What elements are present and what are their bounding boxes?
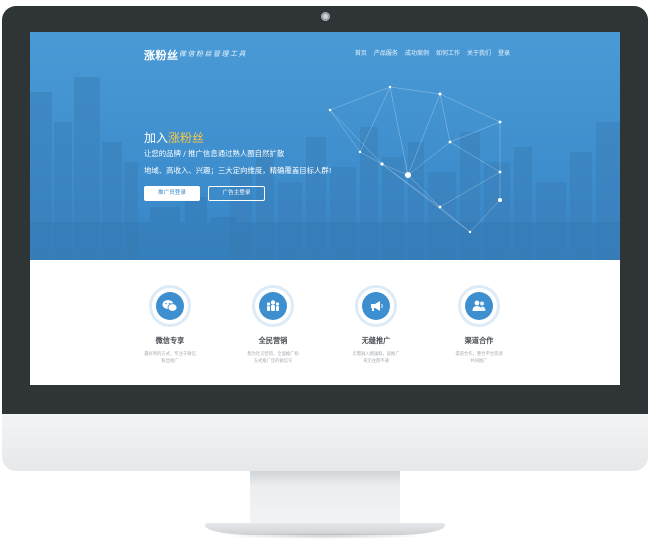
monitor-mockup: 涨粉丝 微信粉丝管理工具 首页 产品服务 成功案例 如何工作 关于我们 登录 加… bbox=[0, 0, 650, 540]
hero-subtitle-2: 地域、高收入、兴趣；三大定向维度，精确覆盖目标人群! bbox=[144, 166, 332, 175]
feature-desc: 我为社交营销，全面推广粉 方式推广您的微信号 bbox=[233, 351, 313, 365]
feature-icon-ring bbox=[149, 285, 191, 327]
feature-desc-line: 粉丝推广 bbox=[161, 359, 179, 364]
hero-subtitle-1: 让您的品牌 / 推广信息通过熟人圈自然扩散 bbox=[144, 149, 285, 158]
feature-desc-line: 共同推广 bbox=[470, 359, 488, 364]
nav-item-products[interactable]: 产品服务 bbox=[374, 48, 398, 57]
advertiser-login-button[interactable]: 广告主登录 bbox=[208, 186, 265, 201]
hero-banner: 涨粉丝 微信粉丝管理工具 首页 产品服务 成功案例 如何工作 关于我们 登录 加… bbox=[30, 32, 620, 260]
feature-all-marketing: 全民营销 我为社交营销，全面推广粉 方式推广您的微信号 bbox=[233, 285, 313, 365]
nav-item-home[interactable]: 首页 bbox=[355, 48, 367, 57]
feature-title: 渠道合作 bbox=[464, 336, 494, 345]
feature-title: 无缝推广 bbox=[361, 336, 391, 345]
features-section: 微信专享 最好用的方式，专注于微信 粉丝推广 全民营销 我为社交营销，全面推广粉… bbox=[30, 260, 620, 385]
main-nav: 首页 产品服务 成功案例 如何工作 关于我们 登录 bbox=[355, 48, 510, 57]
feature-desc-line: 我为社交营销，全面推广粉 bbox=[247, 352, 299, 357]
feature-seamless-promo: 无缝推广 无需融入圈操群，就推广 来无往而不通 bbox=[336, 285, 416, 365]
partner-icon bbox=[465, 292, 493, 320]
monitor-chin bbox=[2, 414, 648, 471]
feature-channel-partners: 渠道合作 渠道合作，整合平台资源 共同推广 bbox=[439, 285, 519, 365]
feature-desc-line: 渠道合作，整合平台资源 bbox=[455, 352, 503, 357]
city-skyline-background bbox=[30, 77, 620, 260]
site-logo[interactable]: 涨粉丝 bbox=[144, 47, 179, 63]
feature-desc-line: 最好用的方式，专注于微信 bbox=[144, 352, 196, 357]
wechat-icon bbox=[156, 292, 184, 320]
site-slogan: 微信粉丝管理工具 bbox=[179, 50, 247, 58]
feature-desc: 无需融入圈操群，就推广 来无往而不通 bbox=[336, 351, 416, 365]
hero-title-accent: 涨粉丝 bbox=[168, 131, 205, 145]
feature-desc-line: 来无往而不通 bbox=[363, 359, 389, 364]
feature-desc-line: 方式推广您的微信号 bbox=[253, 359, 293, 364]
feature-wechat: 微信专享 最好用的方式，专注于微信 粉丝推广 bbox=[130, 285, 210, 365]
hero-title: 加入涨粉丝 bbox=[144, 129, 204, 146]
feature-desc: 最好用的方式，专注于微信 粉丝推广 bbox=[130, 351, 210, 365]
nav-item-login[interactable]: 登录 bbox=[498, 48, 510, 57]
feature-title: 全民营销 bbox=[258, 336, 288, 345]
feature-desc: 渠道合作，整合平台资源 共同推广 bbox=[439, 351, 519, 365]
feature-desc-line: 无需融入圈操群，就推广 bbox=[352, 352, 400, 357]
feature-icon-ring bbox=[355, 285, 397, 327]
monitor-stand bbox=[250, 471, 400, 523]
people-icon bbox=[259, 292, 287, 320]
promoter-login-button[interactable]: 推广员登录 bbox=[144, 186, 200, 201]
nav-item-how-it-works[interactable]: 如何工作 bbox=[436, 48, 460, 57]
screen: 涨粉丝 微信粉丝管理工具 首页 产品服务 成功案例 如何工作 关于我们 登录 加… bbox=[30, 32, 620, 385]
feature-icon-ring bbox=[252, 285, 294, 327]
camera-icon bbox=[321, 12, 330, 21]
megaphone-icon bbox=[362, 292, 390, 320]
nav-item-about[interactable]: 关于我们 bbox=[467, 48, 491, 57]
hero-title-prefix: 加入 bbox=[144, 131, 169, 145]
feature-icon-ring bbox=[458, 285, 500, 327]
feature-title: 微信专享 bbox=[155, 336, 185, 345]
nav-item-cases[interactable]: 成功案例 bbox=[405, 48, 429, 57]
base-shadow bbox=[225, 533, 425, 539]
